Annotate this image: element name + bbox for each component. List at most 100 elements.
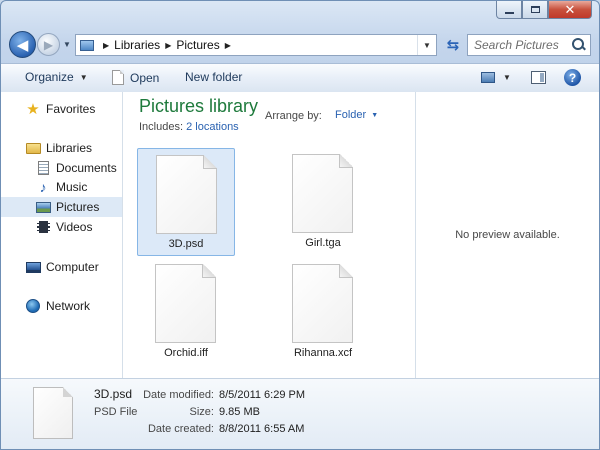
- change-view-dropdown[interactable]: ▼: [503, 73, 511, 82]
- file-list-area[interactable]: Pictures library Includes: 2 locations A…: [123, 92, 415, 378]
- locations-link[interactable]: 2 locations: [186, 121, 239, 133]
- organize-label: Organize: [25, 70, 74, 84]
- file-item-3d-psd[interactable]: 3D.psd: [137, 148, 235, 256]
- preview-pane: No preview available.: [415, 92, 599, 378]
- network-icon: [25, 298, 41, 314]
- new-folder-button[interactable]: New folder: [185, 70, 242, 84]
- file-name: 3D.psd: [168, 238, 204, 250]
- chevron-down-icon: ▼: [63, 40, 71, 49]
- no-preview-message: No preview available.: [455, 229, 560, 241]
- sidebar-item-label: Network: [46, 299, 91, 313]
- file-fold-icon: [339, 154, 353, 168]
- sidebar-item-libraries[interactable]: Libraries: [1, 138, 122, 158]
- music-note-icon: ♪: [39, 179, 47, 195]
- file-name: Orchid.iff: [164, 347, 208, 359]
- command-bar: Organize ▼ Open New folder ▼ ?: [1, 63, 599, 93]
- breadcrumb-separator-icon[interactable]: ▶: [225, 41, 231, 50]
- document-icon: [112, 70, 124, 85]
- address-bar[interactable]: ▶ Libraries ▶ Pictures ▶ ▼: [75, 34, 437, 56]
- sidebar-item-favorites[interactable]: ★ Favorites: [1, 99, 122, 119]
- main-area: ★ Favorites Libraries Documents ♪ Music …: [1, 92, 599, 378]
- size-value: 9.85 MB: [219, 406, 260, 418]
- landscape-icon: [35, 201, 51, 213]
- details-pane: 3D.psd PSD File Date modified: 8/5/2011 …: [1, 378, 599, 449]
- sidebar-item-label: Computer: [46, 260, 99, 274]
- organize-button[interactable]: Organize ▼: [25, 70, 88, 84]
- chevron-down-icon: ▼: [423, 40, 431, 50]
- help-glyph: ?: [568, 70, 577, 85]
- sidebar-item-videos[interactable]: Videos: [1, 217, 122, 237]
- pictures-icon: [35, 199, 51, 215]
- chevron-down-icon: ▼: [371, 111, 379, 119]
- minimize-icon: [504, 11, 514, 14]
- search-icon[interactable]: [570, 37, 586, 53]
- change-view-icon[interactable]: [481, 72, 495, 83]
- sidebar-item-label: Favorites: [46, 102, 96, 116]
- minimize-button[interactable]: [496, 1, 522, 19]
- page-title: Pictures library: [139, 96, 259, 116]
- file-item-girl-tga[interactable]: Girl.tga: [274, 148, 372, 256]
- file-item-orchid-iff[interactable]: Orchid.iff: [137, 258, 235, 366]
- sidebar-item-computer[interactable]: Computer: [1, 257, 122, 277]
- file-fold-icon: [339, 264, 353, 278]
- search-box[interactable]: [467, 34, 591, 56]
- refresh-icon: ⇆: [446, 37, 460, 54]
- search-input[interactable]: [474, 38, 566, 52]
- breadcrumb-libraries[interactable]: Libraries: [114, 38, 160, 52]
- library-icon: [80, 39, 94, 51]
- sidebar-item-documents[interactable]: Documents: [1, 158, 122, 178]
- breadcrumb-separator-icon[interactable]: ▶: [165, 41, 171, 50]
- explorer-window: ✕ ◀ ▶ ▼ ▶ Libraries ▶ Pictures ▶ ▼ ⇆ Org…: [0, 0, 600, 450]
- back-arrow-icon: ◀: [16, 36, 29, 54]
- chevron-down-icon: ▼: [79, 72, 88, 82]
- date-modified-label: Date modified:: [143, 389, 214, 401]
- refresh-button[interactable]: ⇆: [441, 34, 465, 56]
- address-history-dropdown[interactable]: ▼: [417, 35, 436, 55]
- navigation-bar: ◀ ▶ ▼ ▶ Libraries ▶ Pictures ▶ ▼ ⇆: [9, 31, 591, 59]
- file-name: Rihanna.xcf: [293, 347, 353, 359]
- close-button[interactable]: ✕: [548, 1, 592, 19]
- videos-icon: [35, 219, 51, 235]
- arrange-by-value: Folder: [335, 109, 367, 121]
- date-created-value: 8/8/2011 6:55 AM: [219, 423, 305, 435]
- chevron-down-icon: ▼: [503, 73, 511, 82]
- forward-arrow-icon: ▶: [43, 37, 54, 52]
- star-icon: ★: [26, 101, 40, 118]
- globe-icon: [26, 299, 40, 313]
- recent-pages-dropdown[interactable]: ▼: [63, 40, 71, 49]
- help-icon[interactable]: ?: [564, 69, 581, 86]
- arrange-by-dropdown[interactable]: Folder ▼: [335, 109, 378, 121]
- date-created-label: Date created:: [147, 423, 214, 435]
- file-fold-icon: [202, 264, 216, 278]
- open-button[interactable]: Open: [112, 70, 159, 85]
- back-button[interactable]: ◀: [9, 31, 36, 58]
- forward-button[interactable]: ▶: [37, 33, 60, 56]
- library-includes: Includes: 2 locations: [139, 121, 239, 133]
- preview-pane-toggle-icon[interactable]: [531, 71, 546, 84]
- folder-icon: [25, 142, 41, 154]
- details-file-type: PSD File: [94, 406, 138, 418]
- sidebar-item-music[interactable]: ♪ Music: [1, 177, 122, 197]
- sidebar-item-pictures[interactable]: Pictures: [1, 197, 122, 217]
- navigation-pane: ★ Favorites Libraries Documents ♪ Music …: [1, 92, 123, 378]
- file-fold-icon: [63, 387, 73, 397]
- open-label: Open: [130, 70, 160, 85]
- sidebar-item-label: Pictures: [56, 200, 100, 214]
- file-fold-icon: [203, 155, 217, 169]
- breadcrumb-pictures[interactable]: Pictures: [176, 38, 219, 52]
- monitor-icon: [25, 261, 41, 273]
- includes-label: Includes:: [139, 121, 184, 133]
- sidebar-item-network[interactable]: Network: [1, 296, 122, 316]
- file-item-rihanna-xcf[interactable]: Rihanna.xcf: [274, 258, 372, 366]
- libraries-icon: [25, 140, 41, 156]
- computer-icon: [25, 259, 41, 275]
- file-name: Girl.tga: [305, 237, 341, 249]
- date-modified-value: 8/5/2011 6:29 PM: [219, 389, 306, 401]
- document-lines-icon: [37, 161, 49, 175]
- breadcrumb-separator-icon[interactable]: ▶: [103, 41, 109, 50]
- documents-icon: [35, 160, 51, 176]
- maximize-button[interactable]: [522, 1, 548, 19]
- sidebar-item-label: Documents: [56, 161, 117, 175]
- sidebar-item-label: Videos: [56, 220, 93, 234]
- caption-buttons: ✕: [496, 1, 592, 19]
